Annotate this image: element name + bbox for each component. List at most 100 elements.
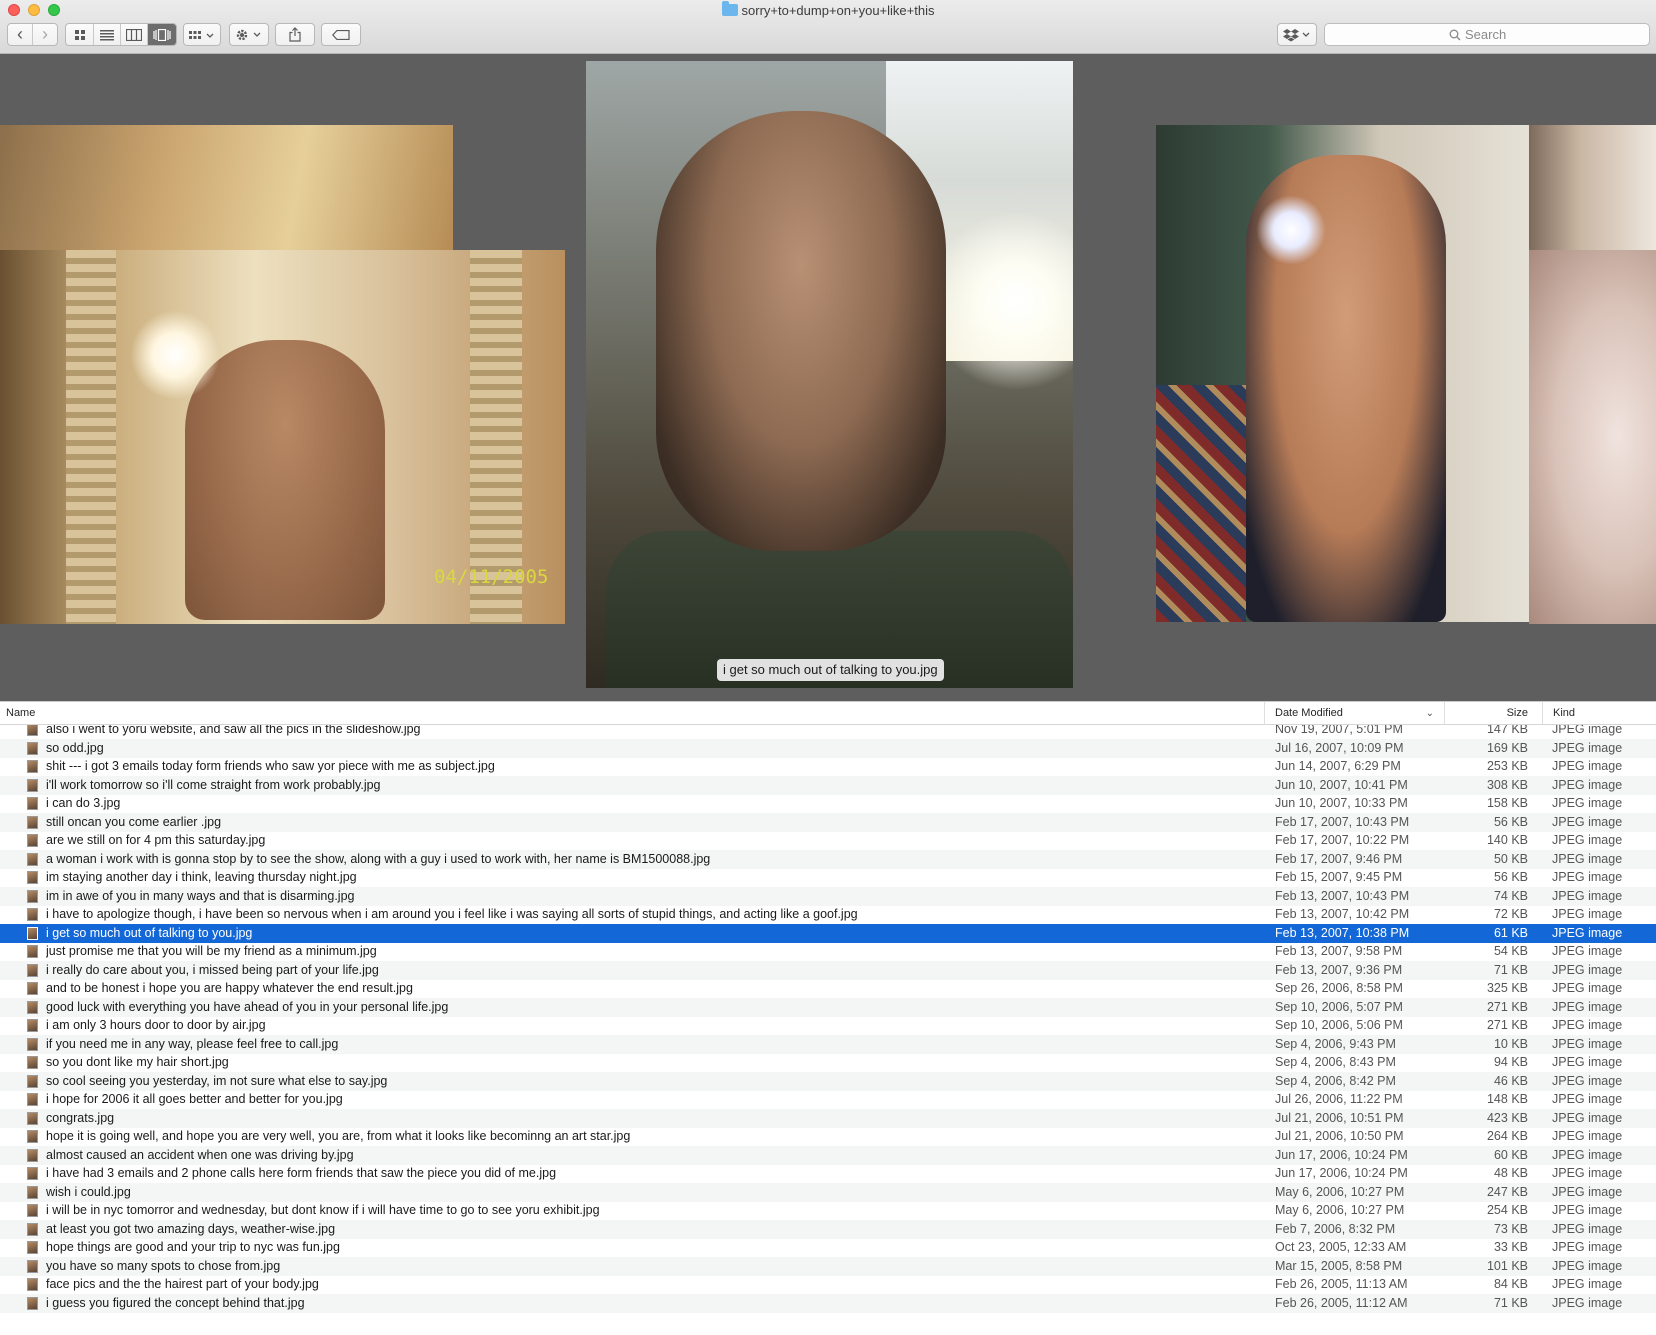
file-kind: JPEG image	[1552, 1018, 1623, 1032]
file-kind: JPEG image	[1552, 777, 1623, 792]
file-row[interactable]: face pics and the the hairest part of yo…	[0, 1275, 1656, 1294]
dropbox-menu-button[interactable]	[1277, 23, 1317, 46]
file-date-modified: Feb 17, 2007, 10:43 PM	[1275, 814, 1410, 829]
file-row[interactable]: i am only 3 hours door to door by air.jp…	[0, 1016, 1656, 1035]
jpeg-file-icon	[27, 1148, 38, 1162]
file-row[interactable]: just promise me that you will be my frie…	[0, 942, 1656, 961]
file-kind: JPEG image	[1552, 1277, 1623, 1291]
file-row[interactable]: also i went to yoru website, and saw all…	[0, 725, 1656, 739]
chevron-right-icon: ›	[42, 24, 48, 44]
cover-flow-view-button[interactable]	[148, 24, 176, 45]
file-row[interactable]: a woman i work with is gonna stop by to …	[0, 849, 1656, 869]
cover-flow-thumbnail[interactable]	[0, 125, 453, 251]
jpeg-file-icon	[27, 1259, 38, 1273]
jpeg-file-icon	[27, 1185, 38, 1199]
edit-tags-button[interactable]	[321, 23, 361, 46]
file-row[interactable]: i guess you figured the concept behind t…	[0, 1293, 1656, 1313]
file-name: im in awe of you in many ways and that i…	[46, 888, 355, 903]
file-row[interactable]: im in awe of you in many ways and that i…	[0, 886, 1656, 906]
file-size: 71 KB	[1493, 962, 1528, 977]
file-row[interactable]: shit --- i got 3 emails today form frien…	[0, 757, 1656, 776]
file-kind: JPEG image	[1552, 981, 1623, 995]
action-menu-button[interactable]	[229, 23, 269, 46]
jpeg-file-icon	[27, 1037, 38, 1051]
file-row[interactable]: and to be honest i hope you are happy wh…	[0, 979, 1656, 998]
file-date-modified: Feb 13, 2007, 9:36 PM	[1275, 962, 1403, 977]
share-button[interactable]	[275, 23, 315, 46]
column-header-date-modified[interactable]: Date Modified ⌄	[1264, 702, 1444, 725]
back-button[interactable]: ‹	[8, 24, 33, 45]
file-row[interactable]: i can do 3.jpg Jun 10, 2007, 10:33 PM 158 …	[0, 794, 1656, 813]
file-size: 325 KB	[1486, 981, 1528, 995]
file-row[interactable]: i have had 3 emails and 2 phone calls he…	[0, 1164, 1656, 1183]
file-row[interactable]: hope things are good and your trip to ny…	[0, 1238, 1656, 1257]
column-header-kind[interactable]: Kind	[1542, 702, 1656, 725]
jpeg-file-icon	[27, 725, 38, 736]
file-row[interactable]: i really do care about you, i missed bei…	[0, 960, 1656, 980]
cover-flow-selected-image[interactable]	[586, 61, 1073, 688]
icon-view-button[interactable]	[66, 24, 94, 45]
window-title: sorry+to+dump+on+you+like+this	[0, 1, 1656, 21]
jpeg-file-icon	[27, 889, 38, 903]
file-row[interactable]: i have to apologize though, i have been …	[0, 905, 1656, 924]
file-row[interactable]: still oncan you come earlier .jpg Feb 17,…	[0, 812, 1656, 832]
file-row[interactable]: so cool seeing you yesterday, im not sur…	[0, 1071, 1656, 1091]
file-row-selected[interactable]: i get so much out of talking to you.jpg F…	[0, 923, 1656, 943]
file-row[interactable]: so you dont like my hair short.jpg Sep 4,…	[0, 1053, 1656, 1072]
search-field[interactable]	[1324, 23, 1650, 46]
jpeg-file-icon	[27, 760, 38, 773]
file-date-modified: Oct 23, 2005, 12:33 AM	[1275, 1240, 1407, 1254]
file-date-modified: Feb 13, 2007, 9:58 PM	[1275, 944, 1403, 958]
window-title-text: sorry+to+dump+on+you+like+this	[741, 3, 935, 18]
file-size: 148 KB	[1486, 1092, 1528, 1106]
file-size: 50 KB	[1493, 851, 1528, 866]
column-header-date-label: Date Modified	[1275, 707, 1343, 719]
file-row[interactable]: are we still on for 4 pm this saturday.j…	[0, 831, 1656, 850]
file-size: 101 KB	[1486, 1258, 1528, 1273]
file-row[interactable]: almost caused an accident when one was d…	[0, 1145, 1656, 1165]
file-row[interactable]: wish i could.jpg May 6, 2006, 10:27 PM 247…	[0, 1182, 1656, 1202]
file-row[interactable]: if you need me in any way, please feel f…	[0, 1034, 1656, 1054]
file-size: 56 KB	[1493, 814, 1528, 829]
file-name: i'll work tomorrow so i'll come straight…	[46, 777, 381, 792]
file-size: 158 KB	[1486, 796, 1528, 810]
file-date-modified: Jul 21, 2006, 10:51 PM	[1275, 1110, 1404, 1125]
file-row[interactable]: hope it is going well, and hope you are …	[0, 1127, 1656, 1146]
file-row[interactable]: you have so many spots to chose from.jpg…	[0, 1256, 1656, 1276]
file-size: 61 KB	[1493, 925, 1528, 940]
list-view-button[interactable]	[94, 24, 121, 45]
forward-button[interactable]: ›	[33, 24, 57, 45]
file-size: 54 KB	[1493, 944, 1528, 958]
share-icon	[289, 27, 301, 42]
file-name: i hope for 2006 it all goes better and b…	[46, 1092, 343, 1106]
cover-flow-thumbnail[interactable]	[1529, 250, 1656, 624]
search-input[interactable]	[1465, 27, 1525, 42]
cover-flow-area[interactable]: 04/11/2005 i get so much out of talking …	[0, 54, 1656, 701]
file-row[interactable]: so odd.jpg Jul 16, 2007, 10:09 PM 169 KB JP…	[0, 738, 1656, 758]
file-name: i have had 3 emails and 2 phone calls he…	[46, 1166, 557, 1180]
file-row[interactable]: im staying another day i think, leaving …	[0, 868, 1656, 887]
cover-flow-thumbnail[interactable]: 04/11/2005	[0, 250, 565, 624]
cover-flow-thumbnail[interactable]	[1529, 125, 1656, 251]
file-row[interactable]: i will be in nyc tomorror and wednesday,…	[0, 1201, 1656, 1220]
file-name: and to be honest i hope you are happy wh…	[46, 981, 413, 995]
file-name: if you need me in any way, please feel f…	[46, 1036, 339, 1051]
file-date-modified: Mar 15, 2005, 8:58 PM	[1275, 1258, 1403, 1273]
file-row[interactable]: i hope for 2006 it all goes better and b…	[0, 1090, 1656, 1109]
cover-flow-thumbnail[interactable]	[1156, 125, 1529, 622]
file-size: 423 KB	[1486, 1110, 1528, 1125]
jpeg-file-icon	[27, 963, 38, 977]
file-row[interactable]: i'll work tomorrow so i'll come straight…	[0, 775, 1656, 795]
column-header-size[interactable]: Size	[1444, 702, 1542, 725]
column-header-name[interactable]: Name	[6, 702, 35, 725]
file-row[interactable]: at least you got two amazing days, weath…	[0, 1219, 1656, 1239]
file-row[interactable]: good luck with everything you have ahead…	[0, 997, 1656, 1017]
column-view-button[interactable]	[121, 24, 148, 45]
file-size: 169 KB	[1486, 740, 1528, 755]
arrange-menu-button[interactable]	[183, 23, 221, 46]
jpeg-file-icon	[27, 871, 38, 884]
file-size: 271 KB	[1486, 1018, 1528, 1032]
file-kind: JPEG image	[1552, 1203, 1623, 1217]
file-date-modified: Feb 7, 2006, 8:32 PM	[1275, 1221, 1396, 1236]
file-row[interactable]: congrats.jpg Jul 21, 2006, 10:51 PM 423 KB…	[0, 1108, 1656, 1128]
